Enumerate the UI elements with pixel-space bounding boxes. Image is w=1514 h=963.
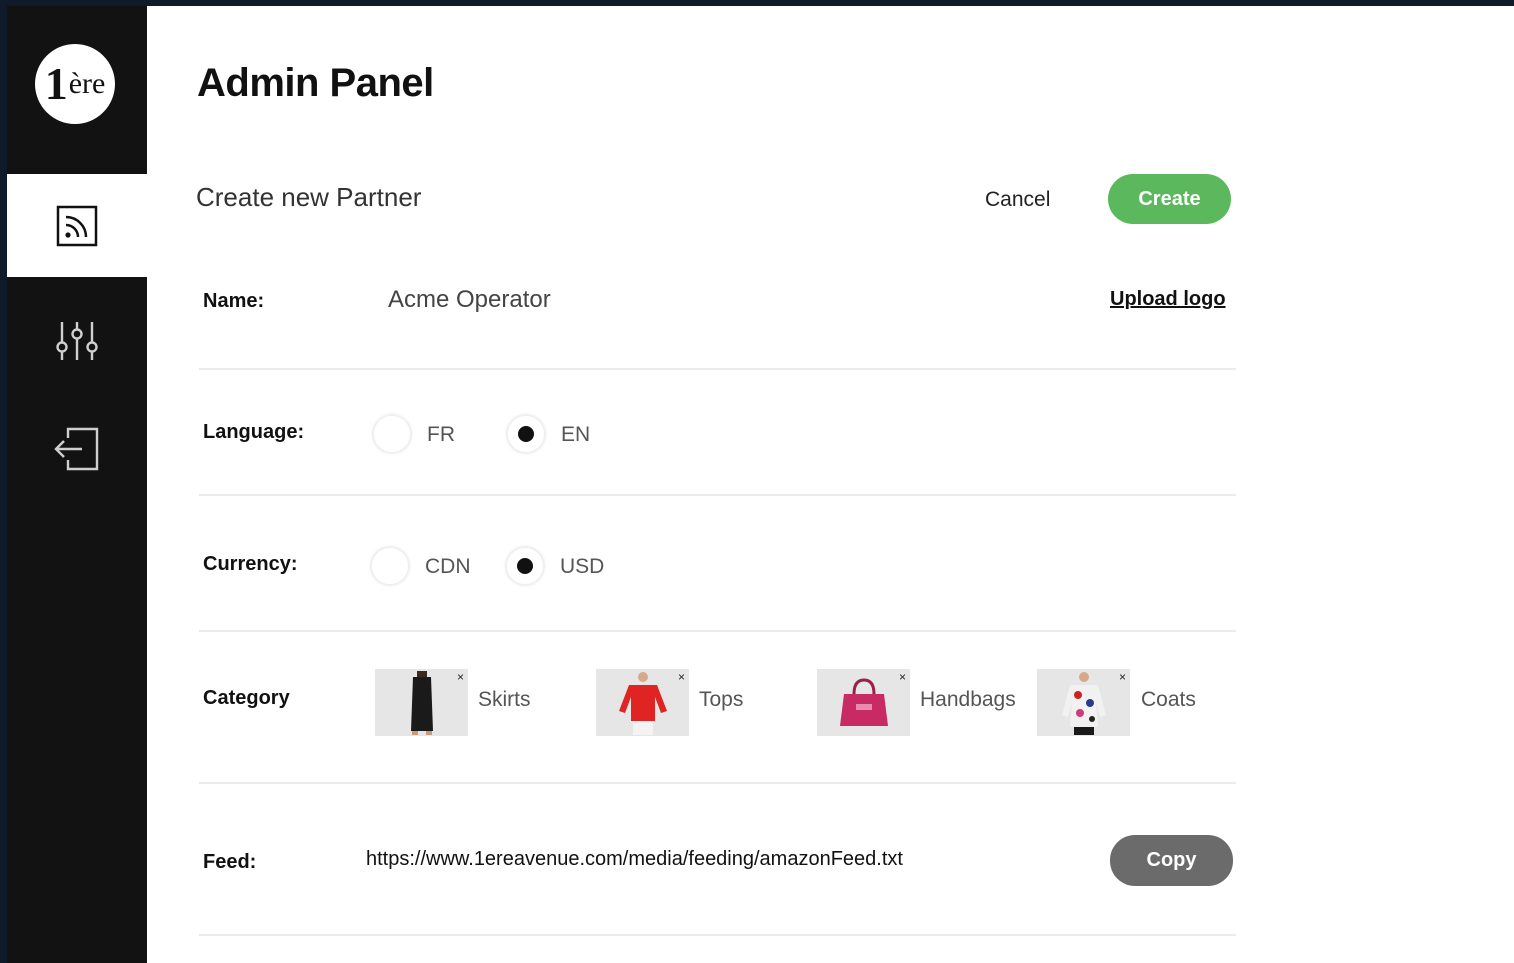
app-window: 1 ère Admin Panel Create new Partner Can… (7, 6, 1514, 963)
language-radio-fr[interactable] (372, 414, 412, 454)
name-label: Name: (203, 290, 265, 312)
remove-category-skirts[interactable]: × (457, 671, 464, 683)
sidebar-item-logout[interactable] (7, 399, 147, 499)
currency-label: Currency: (203, 553, 298, 575)
currency-radio-cdn[interactable] (370, 546, 410, 586)
sidebar-item-settings[interactable] (7, 291, 147, 391)
logo-numeral: 1 (44, 58, 68, 109)
sliders-icon (56, 322, 98, 360)
language-radio-en[interactable] (506, 414, 546, 454)
divider (199, 494, 1236, 496)
brand-logo[interactable]: 1 ère (35, 44, 115, 124)
language-option-en: EN (561, 423, 591, 446)
category-thumb-tops: × (596, 669, 689, 736)
divider (199, 934, 1236, 936)
upload-logo-link[interactable]: Upload logo (1110, 288, 1226, 311)
skirt-image (410, 670, 433, 735)
radio-selected-dot (518, 426, 534, 442)
language-label: Language: (203, 421, 305, 443)
top-image (618, 671, 667, 735)
category-item-handbags: Handbags (920, 688, 1016, 711)
logout-icon (54, 427, 99, 471)
category-item-tops: Tops (699, 688, 744, 711)
category-label: Category (203, 687, 290, 709)
logo-suffix: ère (68, 67, 106, 100)
category-thumb-coats: × (1037, 669, 1130, 736)
sidebar-item-feeds[interactable] (7, 174, 147, 277)
category-thumb-handbags: × (817, 669, 910, 736)
remove-category-handbags[interactable]: × (899, 671, 906, 683)
divider (199, 368, 1236, 370)
handbag-image (839, 677, 888, 726)
feed-label: Feed: (203, 851, 257, 873)
remove-category-coats[interactable]: × (1119, 671, 1126, 683)
create-button[interactable]: Create (1108, 174, 1231, 224)
category-item-coats: Coats (1141, 688, 1196, 711)
page-title: Admin Panel (197, 61, 434, 105)
currency-option-usd: USD (560, 555, 605, 578)
name-field[interactable]: Acme Operator (388, 286, 551, 314)
copy-button[interactable]: Copy (1110, 835, 1233, 886)
divider (199, 782, 1236, 784)
divider (199, 630, 1236, 632)
coat-image (1061, 671, 1106, 735)
currency-option-cdn: CDN (425, 555, 471, 578)
radio-selected-dot (517, 558, 533, 574)
remove-category-tops[interactable]: × (678, 671, 685, 683)
rss-feed-icon (56, 205, 98, 246)
main-content: Admin Panel Create new Partner Cancel Cr… (147, 6, 1514, 963)
cancel-button[interactable]: Cancel (985, 188, 1050, 212)
feed-url[interactable]: https://www.1ereavenue.com/media/feeding… (366, 848, 903, 871)
form-subtitle: Create new Partner (196, 182, 422, 212)
category-thumb-skirts: × (375, 669, 468, 736)
category-item-skirts: Skirts (478, 688, 531, 711)
sidebar: 1 ère (7, 6, 147, 963)
language-option-fr: FR (427, 423, 455, 446)
currency-radio-usd[interactable] (505, 546, 545, 586)
